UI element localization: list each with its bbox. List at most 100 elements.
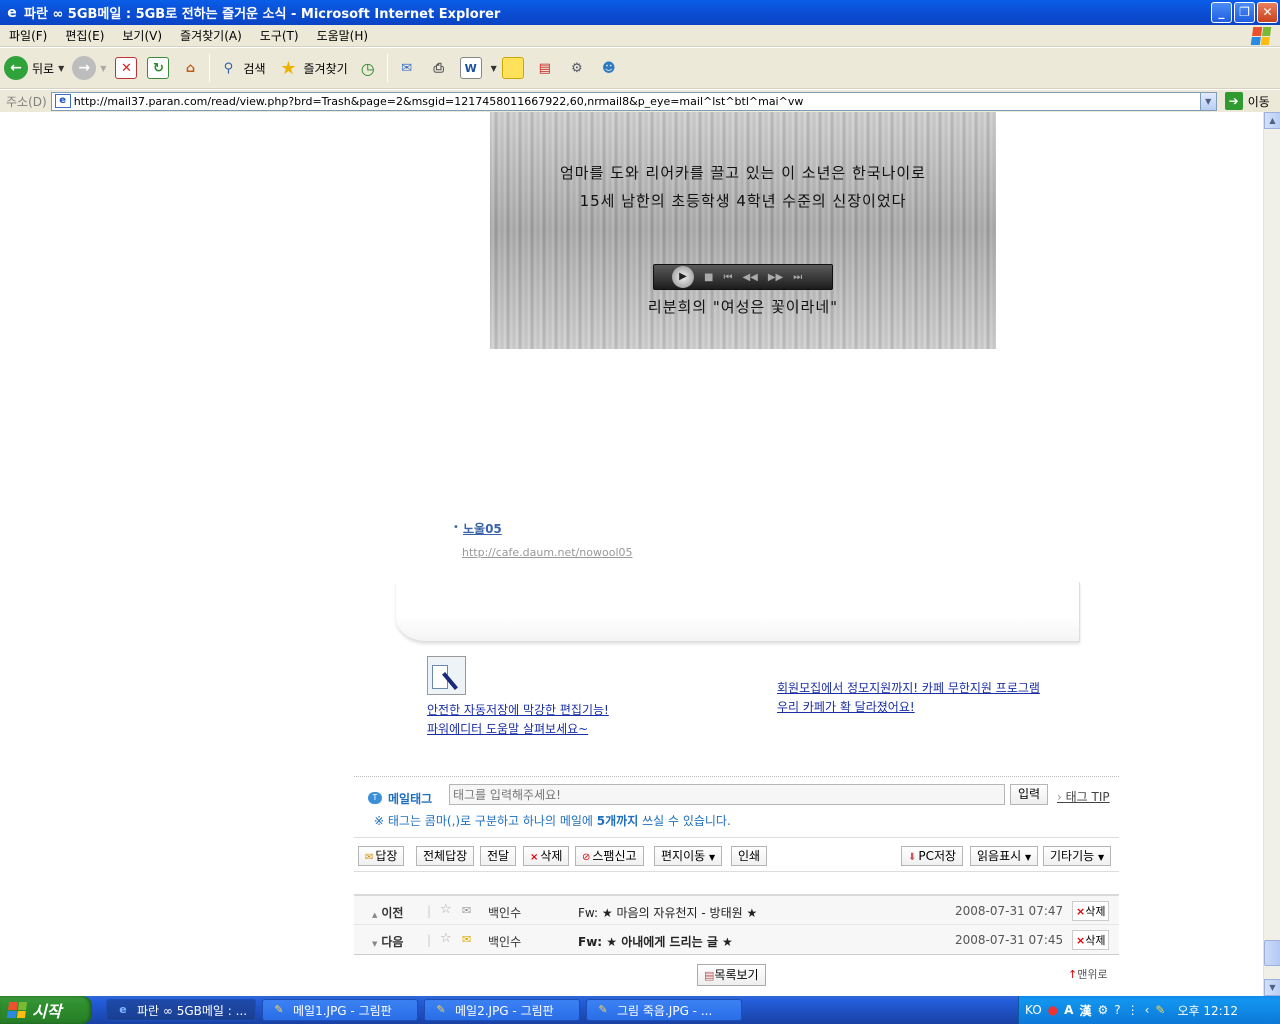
start-button[interactable]: 시작	[0, 996, 92, 1024]
messenger-icon[interactable]: ☻	[598, 57, 620, 79]
favorites-button[interactable]: ★ 즐겨찾기	[270, 52, 352, 84]
print-button[interactable]: 인쇄	[731, 846, 768, 866]
taskbar: 시작 e 파란 ∞ 5GB메일 : ... ✎ 메일1.JPG - 그림판 ✎ …	[0, 996, 1280, 1024]
rewind-icon[interactable]: ◀◀	[742, 272, 757, 283]
prev-date: 2008-07-31 07:47	[955, 904, 1064, 918]
note-icon[interactable]	[501, 57, 524, 79]
paint-icon: ✎	[436, 1003, 446, 1016]
next-delete-label: 삭제	[1085, 934, 1106, 947]
to-top-link[interactable]: ↑맨위로	[1068, 966, 1108, 982]
search-button[interactable]: ⚲ 검색	[213, 52, 269, 84]
tag-submit-button[interactable]: 입력	[1010, 784, 1048, 805]
move-mail-dropdown[interactable]: 편지이동 ▼	[654, 846, 723, 866]
signature-url-link[interactable]: http://cafe.daum.net/nowool05	[462, 546, 633, 559]
address-dropdown-icon[interactable]: ▼	[1199, 92, 1216, 110]
reply-all-button[interactable]: 전체답장	[416, 846, 475, 866]
tag-note-limit: 5개까지	[596, 814, 639, 828]
home-icon[interactable]: ⌂	[179, 57, 201, 79]
back-dropdown-icon[interactable]: ▼	[58, 64, 64, 73]
spam-report-button[interactable]: ⊘ 스팸신고	[575, 846, 644, 866]
ime-globe-icon[interactable]: ●	[1048, 1003, 1058, 1017]
edit-word-icon[interactable]: W	[459, 57, 482, 79]
forward-dropdown-icon[interactable]: ▼	[100, 64, 106, 73]
research-icon[interactable]: ▤	[534, 57, 556, 79]
editor-ad-icon[interactable]	[427, 656, 466, 695]
taskbar-item-paint-3[interactable]: ✎ 그림 죽음.JPG - ...	[586, 999, 742, 1021]
star-outline-icon[interactable]: ☆	[440, 931, 452, 946]
history-icon[interactable]: ◷	[357, 57, 379, 79]
expand-tray-icon[interactable]: ‹	[1145, 1003, 1150, 1017]
next-sender: 백인수	[488, 935, 522, 949]
menu-view[interactable]: 보기(V)	[113, 27, 171, 44]
star-outline-icon[interactable]: ☆	[440, 902, 452, 917]
delete-button[interactable]: × 삭제	[523, 846, 570, 866]
prev-delete-label: 삭제	[1085, 905, 1106, 918]
prev-mail-row[interactable]: ▲ 이전 | ☆ ✉ 백인수 Fw: ★ 마음의 자유천지 - 방태원 ★ 200…	[354, 896, 1119, 925]
menu-file[interactable]: 파일(F)	[0, 27, 56, 44]
tag-note-prefix: ※ 태그는 콤마(,)로 구분하고 하나의 메일에	[374, 814, 597, 828]
language-indicator[interactable]: KO	[1025, 1003, 1042, 1017]
vertical-scrollbar[interactable]: ▲ ▼	[1263, 112, 1280, 996]
triangle-up-icon: ▲	[372, 911, 378, 919]
stop-icon[interactable]: ■	[704, 272, 713, 283]
prev-delete-button[interactable]: ×삭제	[1072, 901, 1110, 921]
scroll-thumb[interactable]	[1264, 940, 1280, 966]
restore-button[interactable]: ❐	[1234, 2, 1255, 23]
tray-app-icon[interactable]: ✎	[1155, 1003, 1165, 1017]
reply-label: 답장	[375, 849, 398, 863]
scroll-up-icon[interactable]: ▲	[1264, 112, 1280, 129]
next-track-icon[interactable]: ⏭	[793, 272, 802, 283]
scroll-down-icon[interactable]: ▼	[1264, 979, 1280, 996]
next-label: ▼ 다음	[372, 933, 403, 950]
stop-icon[interactable]: ✕	[115, 57, 138, 79]
help-icon[interactable]: ?	[1114, 1003, 1120, 1017]
ime-mode-icon[interactable]: A	[1064, 1003, 1073, 1017]
divider: |	[427, 933, 432, 947]
ime-settings-icon[interactable]: ⚙	[1097, 1003, 1108, 1017]
address-input[interactable]	[73, 94, 1194, 108]
cafe-ad-link-1[interactable]: 회원모집에서 정모지원까지! 카페 무한지원 프로그램	[777, 679, 1040, 696]
forward-mail-button[interactable]: 전달	[480, 846, 517, 866]
print-icon[interactable]: ⎙	[428, 57, 450, 79]
minimize-button[interactable]: _	[1211, 2, 1232, 23]
to-top-label: 맨위로	[1077, 968, 1108, 981]
menu-tools[interactable]: 도구(T)	[251, 27, 308, 44]
go-button[interactable]: ➔ 이동	[1224, 92, 1270, 110]
taskbar-item-ie[interactable]: e 파란 ∞ 5GB메일 : ...	[106, 999, 256, 1021]
taskbar-item-paint-1[interactable]: ✎ 메일1.JPG - 그림판	[262, 999, 418, 1021]
edit-dropdown-icon[interactable]: ▼	[491, 64, 497, 73]
menu-favorites[interactable]: 즐겨찾기(A)	[171, 27, 251, 44]
signature-name-link[interactable]: 노울05	[463, 520, 502, 537]
next-delete-button[interactable]: ×삭제	[1072, 930, 1110, 950]
taskbar-item-paint-2[interactable]: ✎ 메일2.JPG - 그림판	[424, 999, 580, 1021]
read-mark-dropdown[interactable]: 읽음표시 ▼	[970, 846, 1039, 866]
network-icon[interactable]: ⋮	[1127, 1003, 1139, 1017]
media-icon[interactable]: ⚙	[566, 57, 588, 79]
mail-icon[interactable]: ✉	[396, 57, 418, 79]
previous-track-icon[interactable]: ⏮	[723, 272, 732, 283]
editor-ad-link-1[interactable]: 안전한 자동저장에 막강한 편집기능!	[427, 701, 609, 718]
prev-subject-link[interactable]: Fw: ★ 마음의 자유천지 - 방태원 ★	[578, 904, 757, 921]
hanja-icon[interactable]: 漢	[1079, 1002, 1091, 1019]
next-mail-row[interactable]: ▼ 다음 | ☆ ✉ 백인수 Fw: ★ 아내에게 드리는 글 ★ 2008-07…	[354, 925, 1119, 954]
other-functions-dropdown[interactable]: 기타기능 ▼	[1043, 846, 1112, 866]
back-button[interactable]: ← 뒤로 ▼	[0, 52, 68, 84]
reply-button[interactable]: ✉ 답장	[358, 846, 405, 866]
menu-help[interactable]: 도움말(H)	[308, 27, 378, 44]
close-button[interactable]: ✕	[1257, 2, 1278, 23]
page-icon: e	[54, 94, 71, 108]
fast-forward-icon[interactable]: ▶▶	[768, 272, 783, 283]
forward-button[interactable]: → ▼	[68, 52, 110, 84]
back-arrow-icon: ←	[4, 56, 28, 80]
editor-ad-link-2[interactable]: 파워에디터 도움말 살펴보세요~	[427, 720, 588, 737]
next-subject-link[interactable]: Fw: ★ 아내에게 드리는 글 ★	[578, 933, 733, 950]
cafe-ad-link-2[interactable]: 우리 카페가 확 달라졌어요!	[777, 698, 915, 715]
menu-edit[interactable]: 편집(E)	[56, 27, 113, 44]
mail-tag-label: 메일태그	[388, 792, 433, 806]
pc-save-button[interactable]: ⬇ PC저장	[901, 846, 964, 866]
tag-tip-link[interactable]: 태그 TIP	[1057, 788, 1110, 805]
list-view-button[interactable]: ▤목록보기	[697, 964, 766, 986]
play-icon[interactable]: ▶	[672, 266, 694, 288]
refresh-icon[interactable]: ↻	[147, 57, 170, 79]
tag-input[interactable]	[449, 784, 1005, 805]
